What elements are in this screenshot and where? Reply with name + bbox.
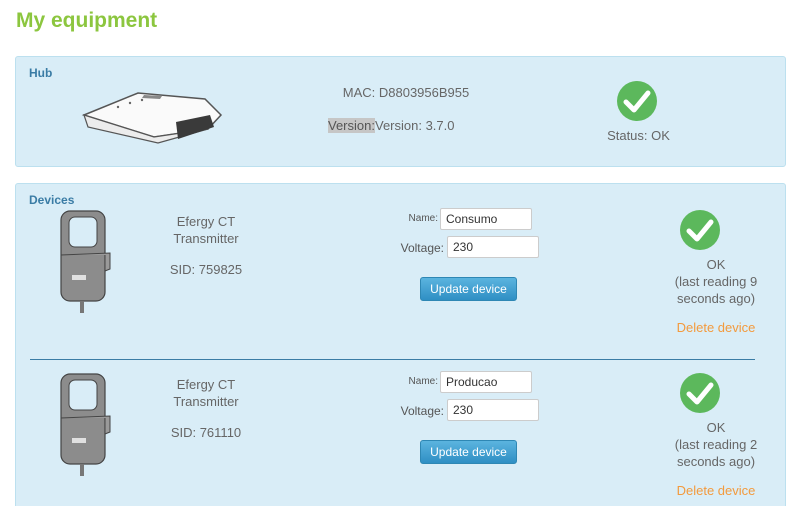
voltage-label: Voltage:	[400, 404, 444, 418]
device-row: Efergy CT Transmitter SID: 761110 Name: …	[16, 364, 787, 506]
device-row: Efergy CT Transmitter SID: 759825 Name: …	[16, 201, 787, 361]
update-device-button[interactable]: Update device	[420, 440, 517, 464]
hub-version-text: Version: 3.7.0	[374, 118, 455, 133]
device-name-line: Transmitter	[173, 394, 239, 409]
device-status-line: seconds ago)	[676, 291, 756, 306]
page-title: My equipment	[16, 9, 158, 32]
hub-panel: Hub MAC: D8803956B955 Version:Version: 3…	[15, 56, 786, 167]
device-status-line: OK	[706, 257, 726, 272]
device-name-input[interactable]	[440, 371, 532, 393]
hub-panel-title: Hub	[29, 66, 53, 80]
device-status: OK (last reading 9 seconds ago)	[656, 256, 776, 307]
device-sid: SID: 761110	[170, 425, 242, 440]
voltage-label: Voltage:	[400, 241, 444, 255]
device-divider	[30, 359, 755, 360]
check-icon	[679, 209, 721, 256]
check-icon	[679, 372, 721, 419]
ct-clamp-image	[56, 372, 114, 482]
device-name: Efergy CT Transmitter	[156, 376, 256, 410]
hub-version: Version:Version: 3.7.0	[328, 118, 454, 133]
device-name-input[interactable]	[440, 208, 532, 230]
ct-clamp-image	[56, 209, 114, 319]
device-name-line: Transmitter	[173, 231, 239, 246]
device-status-line: (last reading 2	[674, 437, 758, 452]
delete-device-link[interactable]: Delete device	[656, 483, 776, 498]
hub-status-text: Status: OK	[607, 128, 670, 143]
hub-version-highlight: Version:	[328, 118, 375, 133]
device-status-line: (last reading 9	[674, 274, 758, 289]
voltage-input[interactable]	[447, 399, 539, 421]
check-icon	[616, 80, 658, 127]
device-name-line: Efergy CT	[176, 214, 236, 229]
voltage-input[interactable]	[447, 236, 539, 258]
device-name-line: Efergy CT	[176, 377, 236, 392]
hub-device-image	[80, 85, 225, 150]
device-status-line: OK	[706, 420, 726, 435]
device-sid: SID: 759825	[169, 262, 243, 277]
devices-panel: Devices Efergy CT Transmitter SID: 75982…	[15, 183, 786, 506]
device-status-line: seconds ago)	[676, 454, 756, 469]
hub-mac-address: MAC: D8803956B955	[342, 85, 470, 100]
delete-device-link[interactable]: Delete device	[656, 320, 776, 335]
name-label: Name:	[408, 213, 438, 224]
device-name: Efergy CT Transmitter	[156, 213, 256, 247]
name-label: Name:	[408, 376, 438, 387]
device-status: OK (last reading 2 seconds ago)	[656, 419, 776, 470]
update-device-button[interactable]: Update device	[420, 277, 517, 301]
